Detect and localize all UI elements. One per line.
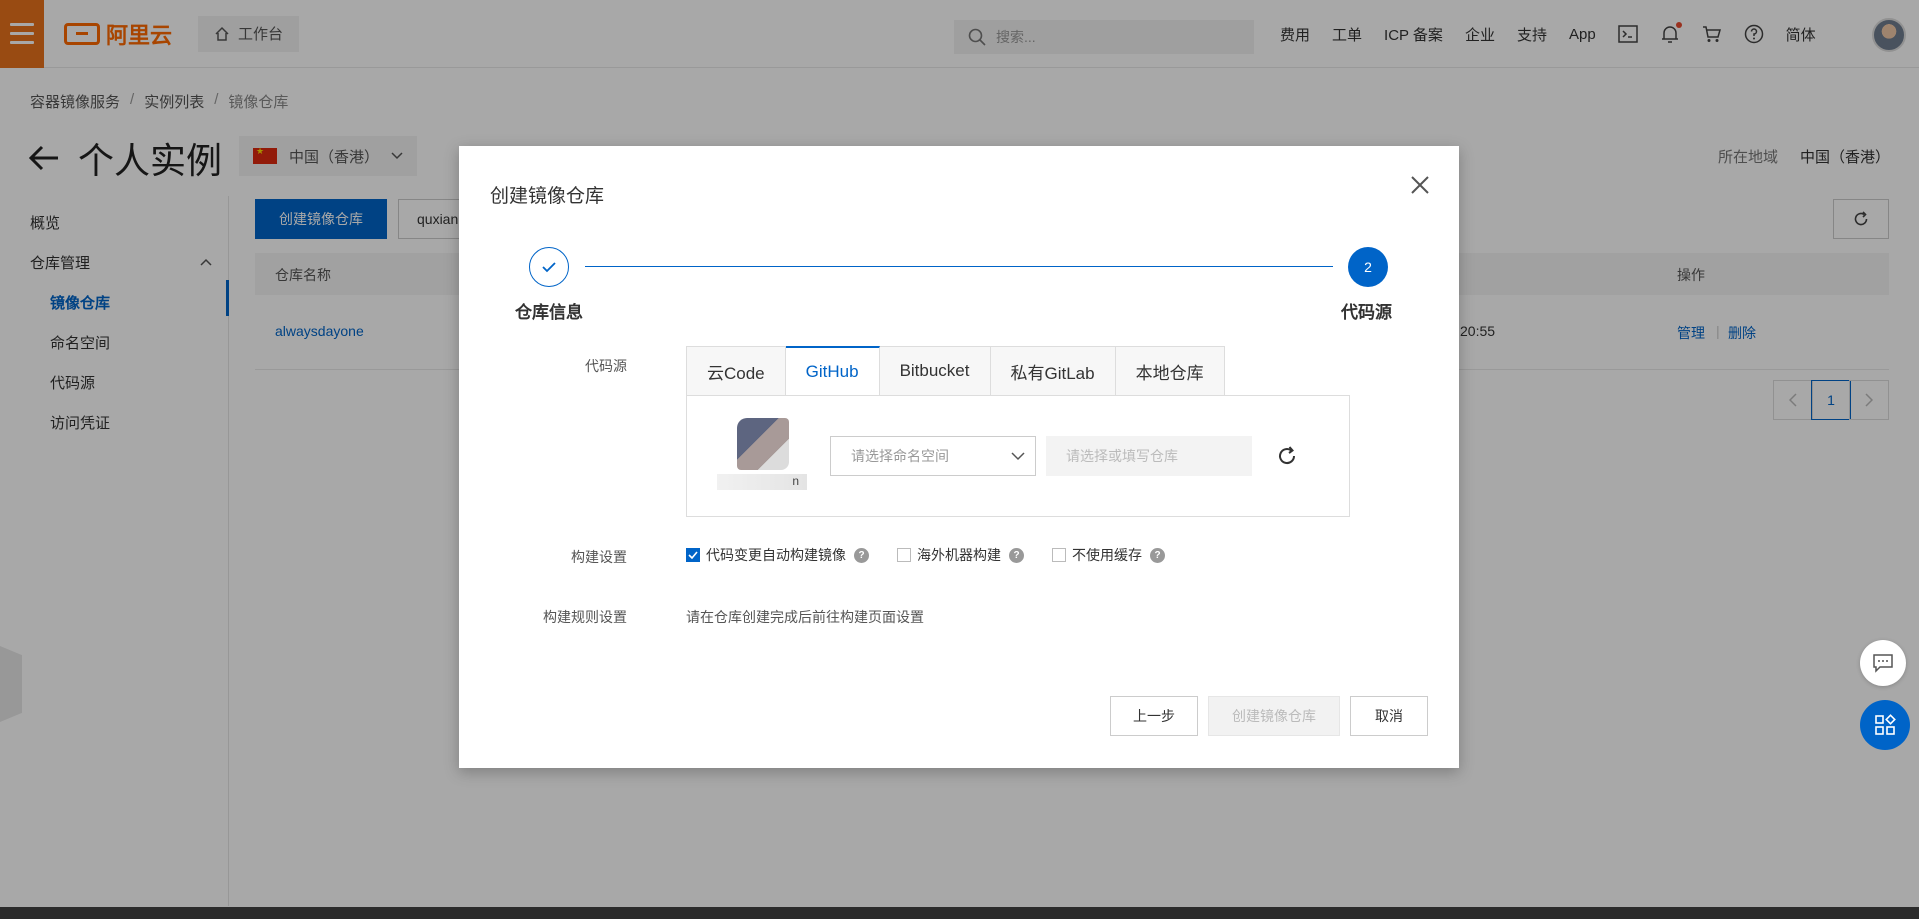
previous-step-button[interactable]: 上一步: [1110, 696, 1198, 736]
refresh-icon: [1279, 446, 1296, 465]
chat-icon: [1873, 654, 1893, 673]
dialog-title: 创建镜像仓库: [490, 186, 605, 207]
namespace-select[interactable]: 请选择命名空间: [830, 436, 1036, 476]
tab-yuncode[interactable]: 云Code: [686, 346, 786, 396]
check-icon: [542, 262, 556, 273]
code-source-tabs: 云Code GitHub Bitbucket 私有GitLab 本地仓库: [686, 346, 1225, 396]
refresh-repos-button[interactable]: [1275, 444, 1299, 468]
checkbox-checked[interactable]: [686, 548, 700, 562]
help-icon[interactable]: ?: [1009, 547, 1024, 563]
close-icon: [1411, 176, 1429, 194]
code-source-label: 代码源: [585, 358, 627, 374]
build-rules-label: 构建规则设置: [543, 609, 627, 625]
auto-build-checkbox[interactable]: 代码变更自动构建镜像 ?: [686, 545, 869, 565]
tab-private-gitlab[interactable]: 私有GitLab: [990, 346, 1116, 396]
step-progress-line: [585, 266, 1333, 267]
auto-build-label: 代码变更自动构建镜像: [706, 547, 846, 563]
step-2-current: 2: [1348, 247, 1388, 287]
overseas-build-checkbox[interactable]: 海外机器构建 ?: [897, 545, 1024, 565]
build-settings-options: 代码变更自动构建镜像 ? 海外机器构建 ? 不使用缓存 ?: [686, 545, 1193, 565]
create-repo-submit-button[interactable]: 创建镜像仓库: [1208, 696, 1340, 736]
overseas-build-label: 海外机器构建: [917, 547, 1001, 563]
dialog-close-button[interactable]: [1405, 170, 1435, 200]
cancel-button[interactable]: 取消: [1350, 696, 1428, 736]
chevron-down-icon: [1011, 451, 1025, 460]
namespace-placeholder: 请选择命名空间: [851, 448, 949, 464]
build-rules-hint: 请在仓库创建完成后前往构建页面设置: [686, 609, 924, 625]
github-account-name: n: [717, 474, 807, 490]
github-source-panel: n 请选择命名空间 请选择或填写仓库: [686, 395, 1350, 517]
no-cache-label: 不使用缓存: [1072, 547, 1142, 563]
quick-apps-button[interactable]: [1860, 700, 1910, 750]
repository-input[interactable]: 请选择或填写仓库: [1046, 436, 1252, 476]
os-taskbar: [0, 907, 1919, 919]
github-account-avatar: [737, 418, 789, 470]
checkbox-unchecked[interactable]: [897, 548, 911, 562]
apps-grid-icon: [1875, 714, 1896, 735]
checkbox-unchecked[interactable]: [1052, 548, 1066, 562]
help-icon[interactable]: ?: [854, 547, 869, 563]
help-icon[interactable]: ?: [1150, 547, 1165, 563]
no-cache-checkbox[interactable]: 不使用缓存 ?: [1052, 545, 1165, 565]
tab-bitbucket[interactable]: Bitbucket: [879, 346, 991, 396]
tab-local-repo[interactable]: 本地仓库: [1115, 346, 1225, 396]
tab-github[interactable]: GitHub: [785, 346, 880, 396]
create-repo-dialog: 创建镜像仓库 2 仓库信息 代码源 代码源 云Code GitHub Bitbu…: [459, 146, 1459, 768]
feedback-chat-button[interactable]: [1860, 640, 1906, 686]
build-settings-label: 构建设置: [571, 549, 627, 565]
check-icon: [688, 551, 698, 559]
step-1-label: 仓库信息: [515, 303, 583, 322]
step-2-label: 代码源: [1341, 303, 1392, 322]
step-1-complete: [529, 247, 569, 287]
